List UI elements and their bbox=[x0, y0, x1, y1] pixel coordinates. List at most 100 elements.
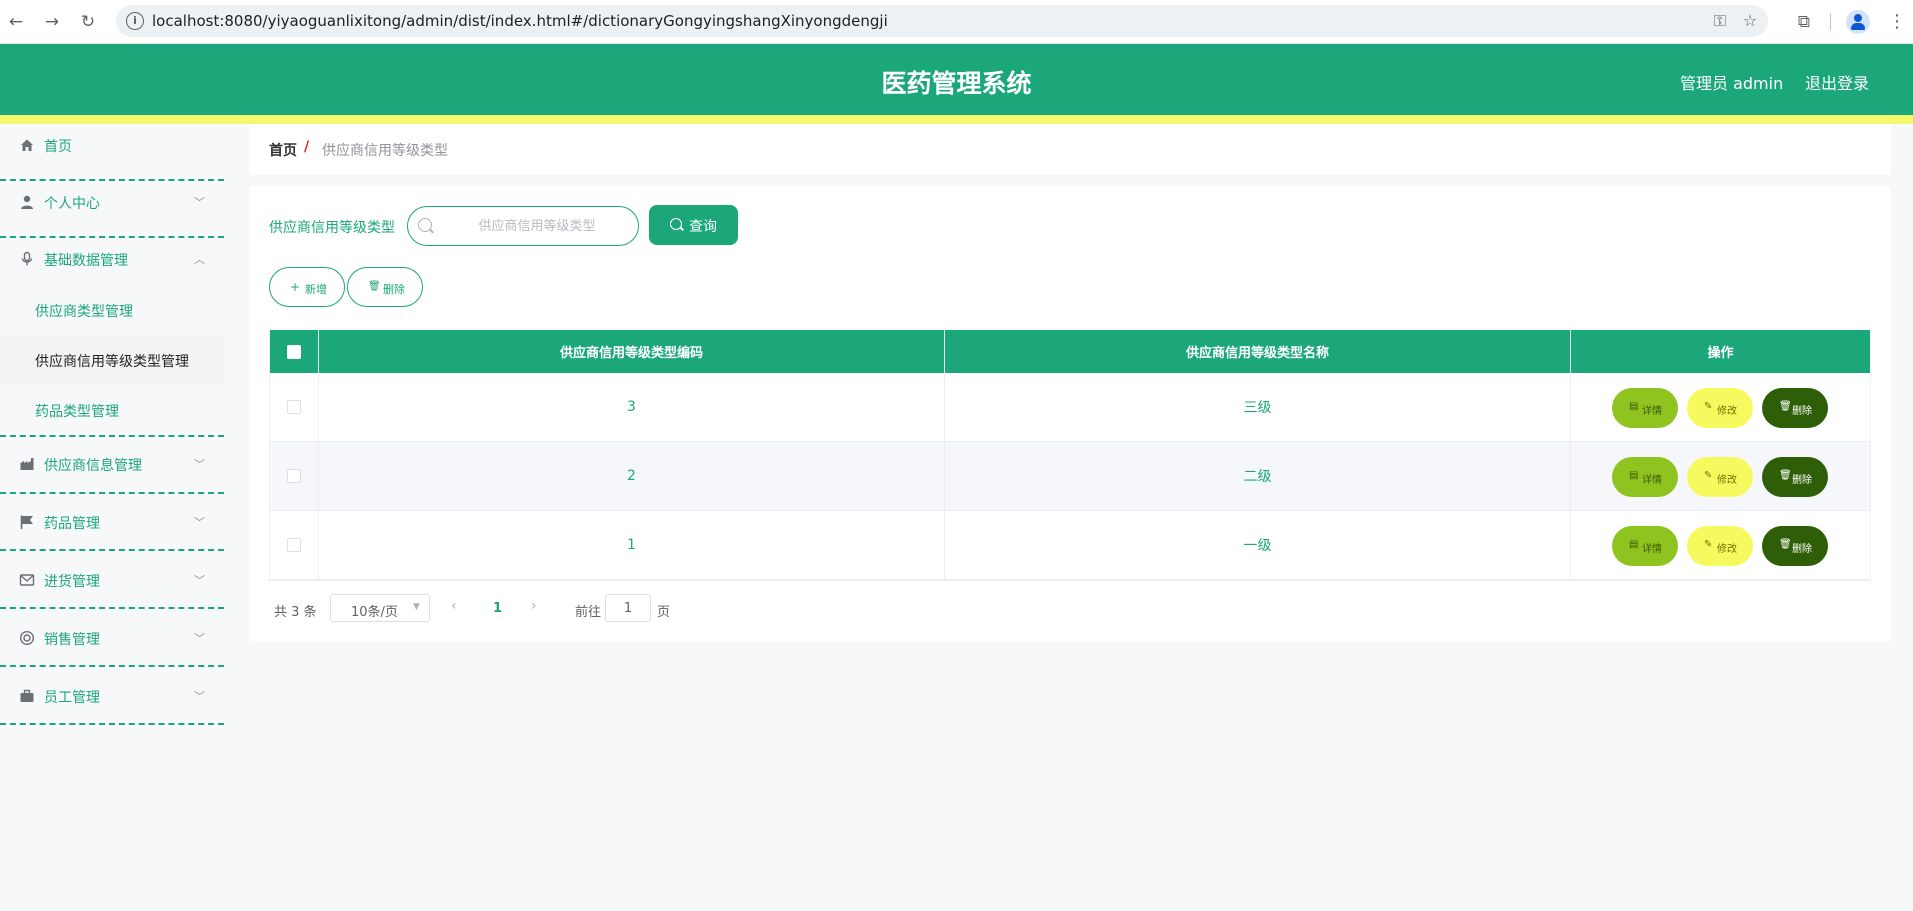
plus-icon: + bbox=[290, 280, 301, 294]
menu-icon[interactable]: ⋮ bbox=[1888, 10, 1906, 34]
row-checkbox[interactable] bbox=[286, 538, 301, 552]
trash-icon: 🗑 bbox=[368, 281, 381, 292]
column-header-code: 供应商信用等级类型编码 bbox=[319, 330, 945, 373]
chevron-down-icon: ﹀ bbox=[194, 632, 205, 645]
cell-code: 2 bbox=[319, 442, 945, 510]
sidebar-item-personal[interactable]: 个人中心 ﹀ bbox=[0, 181, 224, 238]
breadcrumb-separator: / bbox=[304, 139, 310, 155]
column-header-actions: 操作 bbox=[1571, 330, 1871, 373]
detail-button-label: 详情 bbox=[1642, 544, 1662, 555]
goto-page-input[interactable] bbox=[605, 594, 651, 622]
submenu-item-label: 供应商信用等级类型管理 bbox=[35, 354, 189, 370]
star-icon[interactable]: ☆ bbox=[1740, 11, 1760, 31]
cell-actions: ▤ 详情 ✎ 修改 🗑 删除 bbox=[1571, 511, 1871, 579]
chevron-down-icon: ▼ bbox=[413, 602, 420, 612]
query-button[interactable]: 查询 bbox=[649, 205, 738, 245]
submenu-item-medicine-type[interactable]: 药品类型管理 bbox=[0, 385, 224, 435]
row-checkbox[interactable] bbox=[286, 400, 301, 414]
table-row: 2 二级 ▤ 详情 ✎ 修改 🗑 删除 bbox=[269, 442, 1871, 511]
url-text[interactable]: localhost:8080/yiyaoguanlixitong/admin/d… bbox=[152, 12, 888, 30]
breadcrumb-home[interactable]: 首页 bbox=[269, 140, 297, 160]
delete-button[interactable]: 🗑 删除 bbox=[1762, 388, 1828, 428]
page-number-current[interactable]: 1 bbox=[493, 601, 502, 616]
back-icon[interactable]: ← bbox=[4, 10, 28, 34]
reload-icon[interactable]: ↻ bbox=[76, 10, 100, 34]
profile-icon[interactable] bbox=[1846, 10, 1870, 34]
add-button[interactable]: + 新增 bbox=[269, 267, 345, 307]
sidebar-item-label: 供应商信息管理 bbox=[44, 458, 142, 474]
detail-button-label: 详情 bbox=[1642, 406, 1662, 417]
trash-icon: 🗑 bbox=[1779, 539, 1792, 550]
edit-button[interactable]: ✎ 修改 bbox=[1687, 457, 1753, 497]
pagination-total: 共 3 条 bbox=[274, 605, 317, 620]
admin-label: 管理员 admin bbox=[1680, 74, 1784, 93]
edit-button-label: 修改 bbox=[1717, 544, 1737, 555]
cell-code: 1 bbox=[319, 511, 945, 579]
breadcrumb: 首页 / 供应商信用等级类型 bbox=[249, 124, 1891, 175]
trash-icon: 🗑 bbox=[1779, 470, 1792, 481]
detail-button[interactable]: ▤ 详情 bbox=[1612, 457, 1678, 497]
sidebar-item-home[interactable]: 首页 bbox=[0, 124, 224, 181]
home-icon bbox=[19, 137, 35, 153]
sidebar: 首页 个人中心 ﹀ 基础数据管理 ︿ 供应商类型管理 供应商信用等级类型管理 药… bbox=[0, 124, 224, 911]
search-field[interactable] bbox=[407, 206, 639, 246]
submenu-item-credit-level[interactable]: 供应商信用等级类型管理 bbox=[0, 335, 224, 385]
sidebar-item-supplier-info[interactable]: 供应商信息管理 ﹀ bbox=[0, 437, 224, 494]
page-size-value: 10条/页 bbox=[351, 605, 398, 620]
cell-name: 一级 bbox=[945, 511, 1571, 579]
sidebar-item-sales[interactable]: 销售管理 ﹀ bbox=[0, 610, 224, 667]
table-row: 3 三级 ▤ 详情 ✎ 修改 🗑 删除 bbox=[269, 373, 1871, 442]
row-checkbox-cell bbox=[269, 373, 319, 441]
select-all-checkbox[interactable] bbox=[286, 344, 301, 359]
chevron-down-icon: ﹀ bbox=[194, 516, 205, 529]
page-size-select[interactable]: 10条/页 ▼ bbox=[330, 594, 430, 622]
key-icon[interactable]: ⚿ bbox=[1710, 11, 1730, 31]
app-title: 医药管理系统 bbox=[881, 69, 1032, 98]
toolbar-divider bbox=[1830, 13, 1831, 31]
microphone-icon bbox=[19, 251, 35, 267]
batch-delete-button[interactable]: 🗑 删除 bbox=[347, 267, 423, 307]
extensions-icon[interactable]: ⧉ bbox=[1792, 10, 1816, 34]
header-stripe bbox=[0, 115, 1913, 124]
cell-name: 二级 bbox=[945, 442, 1571, 510]
forward-icon[interactable]: → bbox=[40, 10, 64, 34]
row-checkbox-cell bbox=[269, 442, 319, 510]
submenu-item-label: 药品类型管理 bbox=[35, 404, 119, 420]
sidebar-item-medicine[interactable]: 药品管理 ﹀ bbox=[0, 494, 224, 551]
supplier-icon bbox=[19, 456, 35, 472]
row-checkbox[interactable] bbox=[286, 469, 301, 483]
sidebar-item-label: 药品管理 bbox=[44, 516, 100, 532]
briefcase-icon bbox=[19, 688, 35, 704]
next-page-icon[interactable]: › bbox=[531, 598, 537, 614]
prev-page-icon[interactable]: ‹ bbox=[451, 598, 457, 614]
batch-delete-button-label: 删除 bbox=[383, 283, 405, 296]
address-bar[interactable]: i localhost:8080/yiyaoguanlixitong/admin… bbox=[116, 5, 1768, 37]
chevron-down-icon: ﹀ bbox=[194, 574, 205, 587]
edit-button[interactable]: ✎ 修改 bbox=[1687, 526, 1753, 566]
row-checkbox-cell bbox=[269, 511, 319, 579]
sidebar-item-label: 销售管理 bbox=[44, 632, 100, 648]
search-input[interactable] bbox=[444, 214, 630, 238]
delete-button[interactable]: 🗑 删除 bbox=[1762, 457, 1828, 497]
add-button-label: 新增 bbox=[305, 283, 327, 296]
cell-code: 3 bbox=[319, 373, 945, 441]
table-row: 1 一级 ▤ 详情 ✎ 修改 🗑 删除 bbox=[269, 511, 1871, 580]
pencil-icon: ✎ bbox=[1704, 470, 1713, 481]
sidebar-item-staff[interactable]: 员工管理 ﹀ bbox=[0, 668, 224, 725]
pencil-icon: ✎ bbox=[1704, 401, 1713, 412]
delete-button-label: 删除 bbox=[1792, 544, 1812, 555]
site-info-icon[interactable]: i bbox=[126, 12, 144, 30]
detail-button[interactable]: ▤ 详情 bbox=[1612, 526, 1678, 566]
cell-actions: ▤ 详情 ✎ 修改 🗑 删除 bbox=[1571, 442, 1871, 510]
delete-button[interactable]: 🗑 删除 bbox=[1762, 526, 1828, 566]
logout-link[interactable]: 退出登录 bbox=[1805, 70, 1869, 94]
chevron-down-icon: ﹀ bbox=[194, 458, 205, 471]
edit-button[interactable]: ✎ 修改 bbox=[1687, 388, 1753, 428]
chevron-up-icon: ︿ bbox=[194, 253, 205, 266]
detail-button[interactable]: ▤ 详情 bbox=[1612, 388, 1678, 428]
document-icon: ▤ bbox=[1629, 401, 1639, 412]
search-label: 供应商信用等级类型 bbox=[269, 220, 395, 236]
sidebar-item-purchase[interactable]: 进货管理 ﹀ bbox=[0, 552, 224, 609]
submenu-item-supplier-type[interactable]: 供应商类型管理 bbox=[0, 285, 224, 335]
table-header: 供应商信用等级类型编码 供应商信用等级类型名称 操作 bbox=[269, 330, 1871, 373]
